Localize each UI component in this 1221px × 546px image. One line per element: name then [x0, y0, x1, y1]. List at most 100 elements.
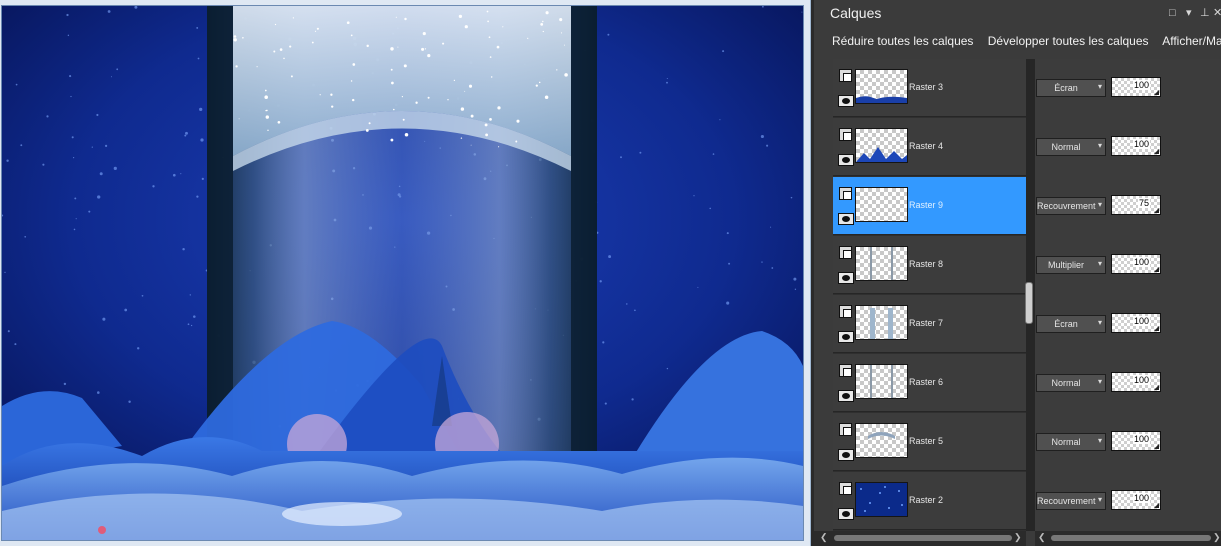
layer-type-icon[interactable]: [839, 187, 852, 200]
chevron-down-icon[interactable]: ▾: [1098, 200, 1102, 209]
chevron-down-icon[interactable]: ▾: [1098, 436, 1102, 445]
scroll-thumb[interactable]: [1051, 535, 1211, 541]
opacity-field[interactable]: 100: [1111, 490, 1161, 510]
blend-mode-select[interactable]: Normal ▾: [1036, 433, 1106, 451]
blend-mode-value: Normal: [1051, 437, 1081, 447]
sparkle-dot: [542, 30, 544, 33]
layer-row[interactable]: Raster 7: [833, 295, 1026, 353]
collapse-all-button[interactable]: Réduire toutes les calques: [832, 34, 973, 48]
visibility-eye-icon[interactable]: [838, 95, 854, 107]
dropdown-arrow-icon[interactable]: ▾: [1186, 7, 1192, 19]
sparkle-dot: [267, 129, 269, 132]
visibility-eye-icon[interactable]: [838, 272, 854, 284]
visibility-eye-icon[interactable]: [838, 449, 854, 461]
blend-mode-select[interactable]: Écran ▾: [1036, 315, 1106, 333]
show-hide-mask-button[interactable]: Afficher/Masquer: [1162, 34, 1221, 48]
expand-all-button[interactable]: Développer toutes les calques: [988, 34, 1149, 48]
star-dot: [760, 134, 764, 139]
sparkle-dot: [422, 32, 426, 36]
sparkle-dot: [515, 140, 518, 143]
layer-type-icon[interactable]: [839, 364, 852, 377]
star-dot: [726, 232, 729, 235]
opacity-field[interactable]: 100: [1111, 372, 1161, 392]
blend-mode-select[interactable]: Recouvrement ▾: [1036, 197, 1106, 215]
layer-type-icon[interactable]: [839, 69, 852, 82]
layer-name: Raster 5: [909, 436, 944, 446]
layer-row[interactable]: Raster 3: [833, 59, 1026, 117]
opacity-field[interactable]: 100: [1111, 313, 1161, 333]
sparkle-dot: [366, 44, 369, 48]
blend-mode-select[interactable]: Multiplier ▾: [1036, 256, 1106, 274]
properties-scrollbar[interactable]: ❮ ❯: [1035, 531, 1221, 546]
sparkle-dot: [331, 105, 334, 108]
layer-type-icon[interactable]: [839, 423, 852, 436]
opacity-value: 100: [1132, 375, 1150, 385]
blend-mode-value: Écran: [1054, 319, 1078, 329]
sparkle-dot: [427, 53, 431, 58]
restore-window-icon[interactable]: □: [1169, 7, 1176, 19]
opacity-field[interactable]: 100: [1111, 254, 1161, 274]
visibility-eye-icon[interactable]: [838, 508, 854, 520]
layer-thumbnail: [855, 69, 908, 104]
layer-type-icon[interactable]: [839, 246, 852, 259]
artwork-image[interactable]: [1, 5, 804, 541]
layer-properties-row: Recouvrement ▾ 100: [1035, 472, 1221, 530]
sparkle-dot: [427, 96, 430, 99]
layer-row[interactable]: Raster 5: [833, 413, 1026, 471]
layer-thumbnail: [855, 482, 908, 517]
star-dot: [197, 57, 200, 60]
scroll-right-icon[interactable]: ❯: [1213, 532, 1221, 543]
layer-row[interactable]: Raster 2: [833, 472, 1026, 530]
blend-mode-select[interactable]: Normal ▾: [1036, 138, 1106, 156]
blend-mode-select[interactable]: Écran ▾: [1036, 79, 1106, 97]
star-dot: [107, 10, 111, 13]
chevron-down-icon[interactable]: ▾: [1098, 259, 1102, 268]
sparkle-dot: [319, 94, 321, 96]
star-dot: [111, 76, 112, 78]
visibility-eye-icon[interactable]: [838, 390, 854, 402]
opacity-field[interactable]: 100: [1111, 431, 1161, 451]
layer-row[interactable]: Raster 9: [833, 177, 1026, 235]
star-dot: [88, 210, 91, 213]
blend-mode-select[interactable]: Normal ▾: [1036, 374, 1106, 392]
chevron-down-icon[interactable]: ▾: [1098, 377, 1102, 386]
blend-mode-select[interactable]: Recouvrement ▾: [1036, 492, 1106, 510]
layer-type-icon[interactable]: [839, 128, 852, 141]
sparkle-dot: [556, 69, 558, 71]
blend-mode-value: Normal: [1051, 142, 1081, 152]
pin-icon[interactable]: ⊥: [1200, 7, 1210, 19]
opacity-field[interactable]: 100: [1111, 77, 1161, 97]
visibility-eye-icon[interactable]: [838, 213, 854, 225]
scroll-thumb[interactable]: [834, 535, 1012, 541]
visibility-eye-icon[interactable]: [838, 154, 854, 166]
scroll-left-icon[interactable]: ❮: [1038, 532, 1046, 543]
layer-row[interactable]: Raster 6: [833, 354, 1026, 412]
chevron-down-icon[interactable]: ▾: [1098, 82, 1102, 91]
layer-thumbnail: [855, 423, 908, 458]
opacity-value: 75: [1137, 198, 1150, 208]
visibility-eye-icon[interactable]: [838, 331, 854, 343]
star-dot: [73, 157, 75, 159]
sparkle-dot: [489, 118, 492, 121]
opacity-field[interactable]: 100: [1111, 136, 1161, 156]
divider-handle[interactable]: [1025, 282, 1033, 324]
chevron-down-icon[interactable]: ▾: [1098, 141, 1102, 150]
layer-list-scrollbar[interactable]: ❮ ❯: [814, 531, 1026, 546]
layer-properties-list: Écran ▾ 100 Normal ▾ 100 Recouvrement ▾ 75 Multip…: [1035, 59, 1221, 531]
chevron-down-icon[interactable]: ▾: [1098, 318, 1102, 327]
chevron-down-icon[interactable]: ▾: [1098, 495, 1102, 504]
star-dot: [719, 119, 721, 121]
close-icon[interactable]: ✕: [1213, 7, 1221, 19]
layer-type-icon[interactable]: [839, 482, 852, 495]
star-dot: [728, 262, 731, 265]
star-dot: [4, 271, 6, 274]
scroll-right-icon[interactable]: ❯: [1014, 532, 1022, 543]
sparkle-dot: [421, 47, 425, 51]
layer-row[interactable]: Raster 8: [833, 236, 1026, 294]
scroll-left-icon[interactable]: ❮: [820, 532, 828, 543]
star-dot: [666, 367, 669, 370]
layer-type-icon[interactable]: [839, 305, 852, 318]
opacity-field[interactable]: 75: [1111, 195, 1161, 215]
layer-row[interactable]: Raster 4: [833, 118, 1026, 176]
image-canvas[interactable]: [0, 0, 811, 546]
